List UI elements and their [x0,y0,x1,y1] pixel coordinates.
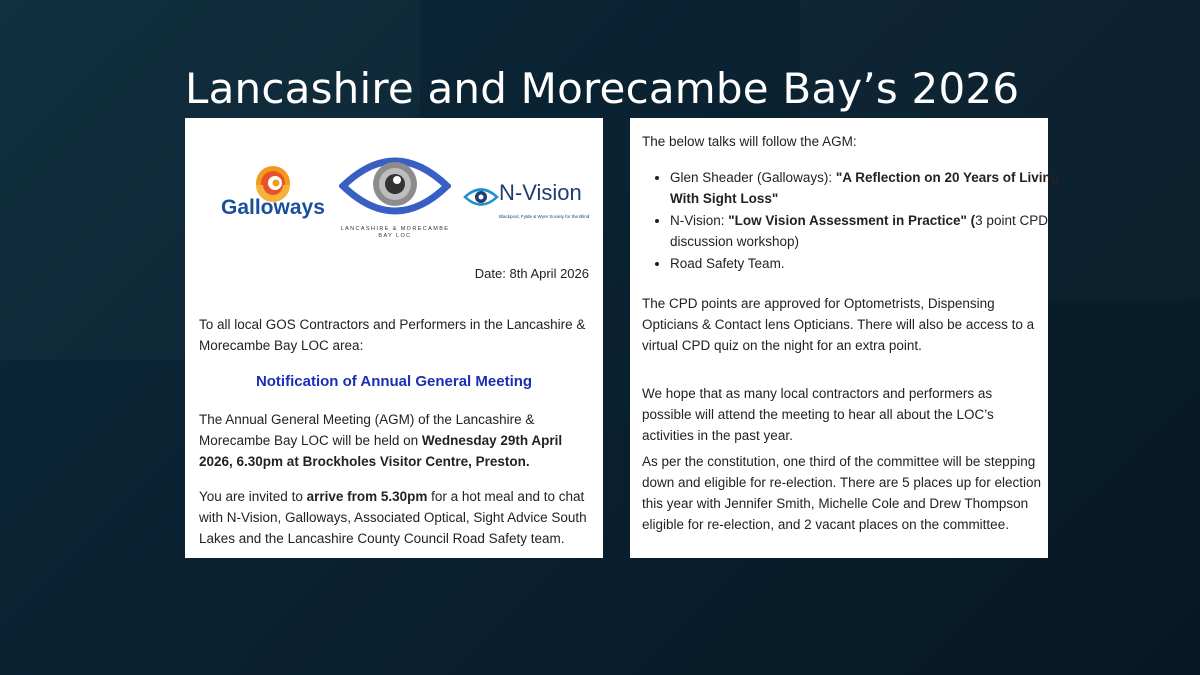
list-item: Glen Sheader (Galloways): "A Reflection … [670,167,1070,209]
talk-speaker: Road Safety Team. [670,256,785,271]
list-item: Road Safety Team. [670,253,1070,274]
letter-date: Date: 8th April 2026 [474,266,589,281]
loc-logo: LANCASHIRE & MORECAMBE BAY LOC [337,146,453,242]
list-item: N-Vision: "Low Vision Assessment in Prac… [670,210,1070,252]
talk-speaker: Glen Sheader (Galloways): [670,170,836,185]
constitution-paragraph: As per the constitution, one third of th… [642,454,1041,532]
agm-details-paragraph: The Annual General Meeting (AGM) of the … [199,409,594,472]
loc-wordmark: LANCASHIRE & MORECAMBE BAY LOC [340,226,450,239]
talk-speaker: N-Vision: [670,213,729,228]
cpd-paragraph: The CPD points are approved for Optometr… [642,296,1035,353]
nvision-wordmark: N-Vision [499,180,582,205]
nvision-eye-icon [463,188,499,206]
meeting-heading: Notification of Annual General Meeting [255,373,533,390]
talks-intro: The below talks will follow the AGM: [642,134,857,149]
galloways-logo: Galloways [221,163,325,223]
talk-title: "Low Vision Assessment in Practice" ( [728,213,976,228]
nvision-logo: N-Vision Blackpool, Fylde & Wyre Society… [463,182,593,222]
logo-strip: Galloways LANCASHIRE & MORECAMBE BAY LOC… [185,118,603,258]
arrival-time: arrive from 5.30pm [306,489,428,504]
letter-page-left: Galloways LANCASHIRE & MORECAMBE BAY LOC… [185,118,603,558]
greeting-paragraph: To all local GOS Contractors and Perform… [199,317,586,353]
talks-list: Glen Sheader (Galloways): "A Reflection … [642,167,1070,275]
attendance-paragraph: We hope that as many local contractors a… [642,386,994,443]
invitation-paragraph: You are invited to arrive from 5.30pm fo… [199,486,594,549]
letter-page-right: The below talks will follow the AGM: Gle… [630,118,1059,558]
nvision-tagline: Blackpool, Fylde & Wyre Society for the … [499,214,590,219]
invitation-text: You are invited to [199,489,307,504]
galloways-wordmark: Galloways [221,196,325,219]
eye-icon [337,157,453,215]
